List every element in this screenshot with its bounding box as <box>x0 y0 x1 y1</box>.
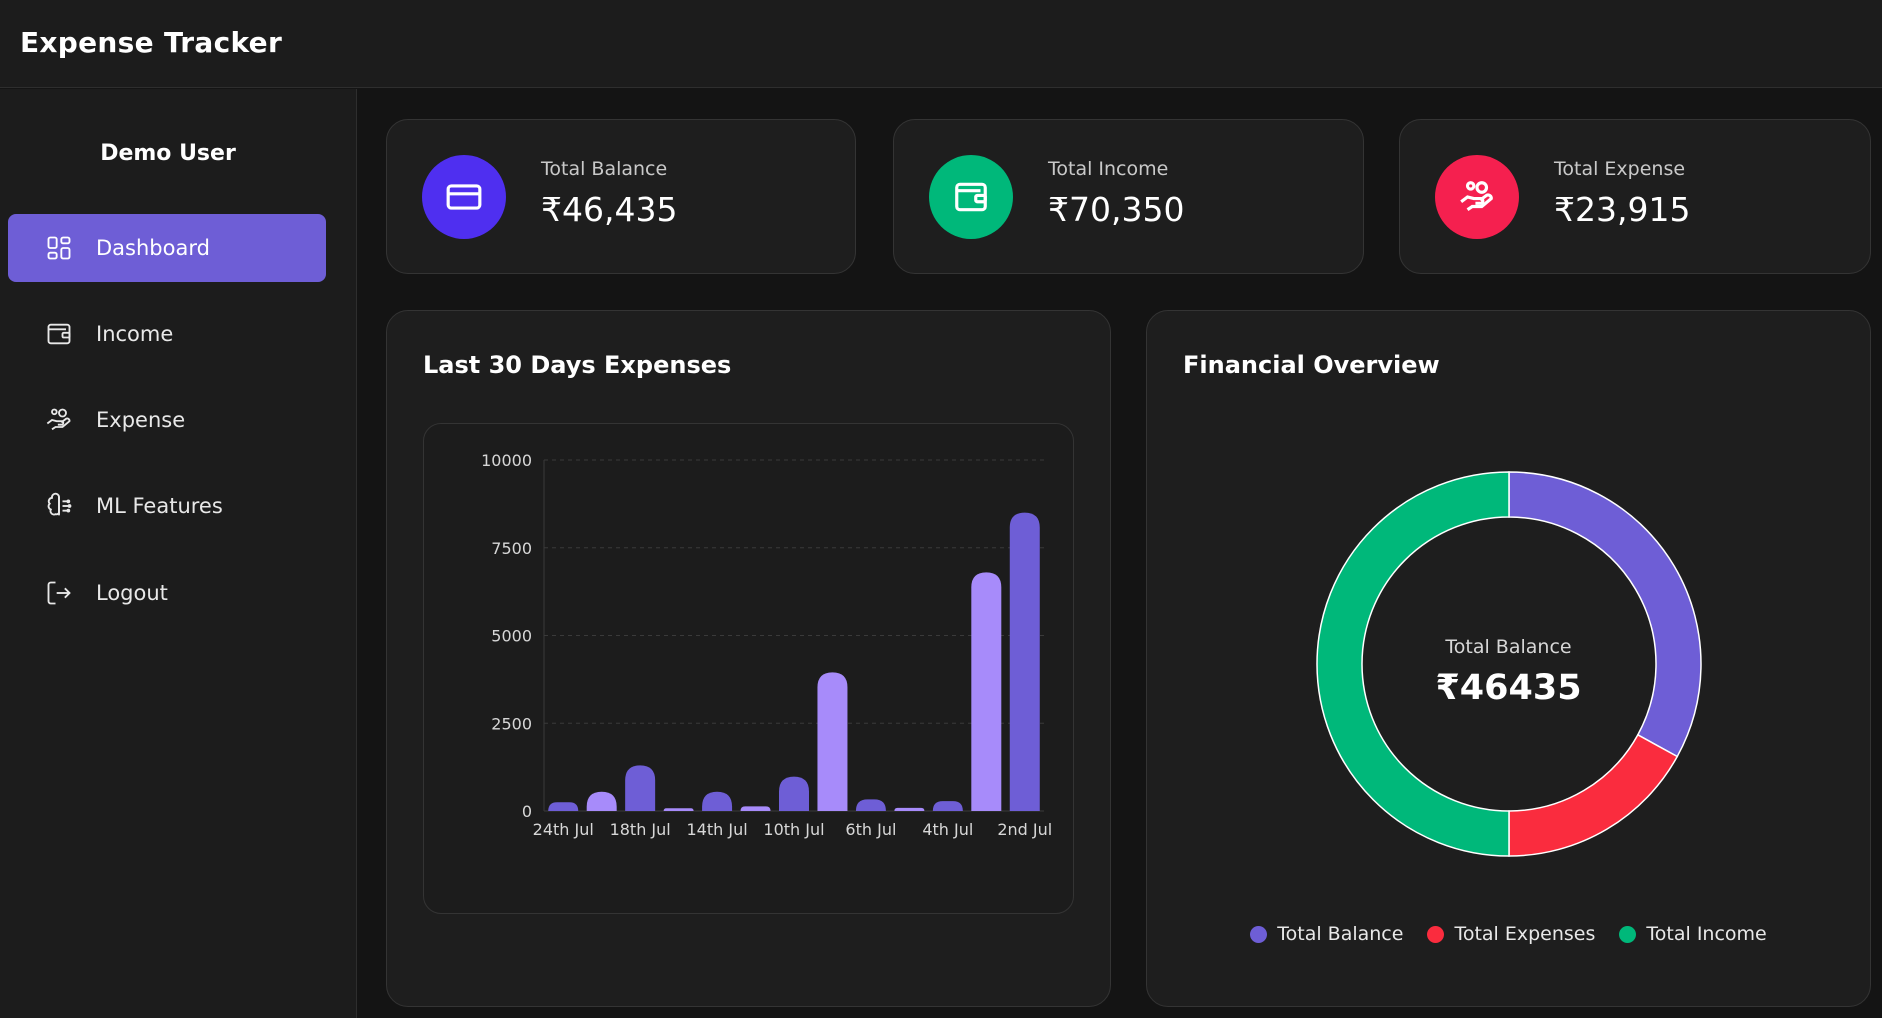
stat-value: ₹23,915 <box>1554 190 1691 229</box>
x-tick-label: 4th Jul <box>922 820 973 839</box>
stat-label: Total Expense <box>1554 158 1686 180</box>
chart-container: 0 2500 5000 7500 10000 24th Jul 18th Jul 14th J… <box>423 423 1074 914</box>
legend-item[interactable]: Total Expenses <box>1427 923 1595 945</box>
bar <box>702 791 733 811</box>
legend-label: Total Balance <box>1277 923 1404 945</box>
expenses-chart-card: Last 30 Days Expenses 0 2500 5000 7500 10000… <box>386 310 1111 1007</box>
y-tick-label: 0 <box>522 802 532 821</box>
sidebar-item-logout[interactable]: Logout <box>8 559 326 627</box>
sidebar-item-expense[interactable]: Expense <box>8 386 326 454</box>
bar <box>779 776 809 811</box>
bar <box>586 791 617 811</box>
donut-center-value: ₹46435 <box>1435 668 1582 708</box>
sidebar-item-income[interactable]: Income <box>8 300 326 368</box>
sidebar-item-label: Expense <box>96 408 186 432</box>
balance-card: Total Balance ₹46,435 <box>386 119 856 274</box>
bar <box>894 807 925 811</box>
wallet-icon <box>929 155 1013 239</box>
income-card: Total Income ₹70,350 <box>893 119 1364 274</box>
donut-slice <box>1508 471 1702 758</box>
x-tick-label: 10th Jul <box>763 820 824 839</box>
sidebar: Demo User Dashboard Income Expense ML Fe… <box>0 89 357 1018</box>
hand-coins-icon <box>44 405 74 435</box>
x-tick-label: 18th Jul <box>610 820 671 839</box>
sidebar-item-label: Dashboard <box>96 236 210 260</box>
chart-legend: Total Balance Total Expenses Total Income <box>1147 923 1870 945</box>
stat-label: Total Balance <box>541 158 668 180</box>
logout-icon <box>44 578 74 608</box>
legend-dot <box>1619 925 1637 943</box>
dashboard-icon <box>44 233 74 263</box>
sidebar-item-ml-features[interactable]: ML Features <box>8 472 326 540</box>
stat-value: ₹46,435 <box>541 190 678 229</box>
hand-coins-icon <box>1435 155 1519 239</box>
donut-slice <box>1508 733 1679 857</box>
bar-chart: 0 2500 5000 7500 10000 24th Jul 18th Jul 14th J… <box>481 451 1052 839</box>
x-tick-label: 14th Jul <box>686 820 747 839</box>
y-tick-label: 7500 <box>491 539 532 558</box>
legend-dot <box>1427 925 1445 943</box>
legend-label: Total Income <box>1646 923 1767 945</box>
donut-center-label: Total Balance <box>1445 636 1572 658</box>
legend-dot <box>1250 925 1268 943</box>
legend-item[interactable]: Total Balance <box>1250 923 1403 945</box>
donut-slice <box>1316 471 1510 857</box>
y-tick-label: 5000 <box>491 627 532 646</box>
sidebar-item-label: Income <box>96 322 174 346</box>
bar <box>625 765 656 811</box>
card-title: Last 30 Days Expenses <box>423 351 732 379</box>
brain-icon <box>44 491 74 521</box>
bar <box>971 572 1002 811</box>
x-tick-label: 24th Jul <box>533 820 594 839</box>
stat-value: ₹70,350 <box>1048 190 1185 229</box>
sidebar-item-dashboard[interactable]: Dashboard <box>8 214 326 282</box>
stat-label: Total Income <box>1048 158 1169 180</box>
y-tick-label: 10000 <box>481 451 532 470</box>
bar <box>932 801 963 811</box>
top-bar: Expense Tracker <box>0 0 1882 88</box>
bar <box>817 672 848 811</box>
legend-item[interactable]: Total Income <box>1619 923 1767 945</box>
credit-card-icon <box>422 155 506 239</box>
legend-label: Total Expenses <box>1454 923 1596 945</box>
y-tick-label: 2500 <box>491 714 532 733</box>
donut-chart <box>1316 471 1702 857</box>
bar <box>548 802 579 811</box>
expense-card: Total Expense ₹23,915 <box>1399 119 1871 274</box>
bar <box>855 799 886 811</box>
bar <box>663 808 694 811</box>
user-name: Demo User <box>100 141 236 166</box>
overview-chart-card: Financial Overview Total Balance ₹46435 … <box>1146 310 1871 1007</box>
x-tick-label: 2nd Jul <box>997 820 1052 839</box>
sidebar-item-label: ML Features <box>96 494 223 518</box>
sidebar-item-label: Logout <box>96 581 168 605</box>
wallet-icon <box>44 319 74 349</box>
x-tick-label: 6th Jul <box>845 820 896 839</box>
bar <box>1009 512 1040 811</box>
bar <box>740 806 771 811</box>
app-title: Expense Tracker <box>20 26 283 59</box>
